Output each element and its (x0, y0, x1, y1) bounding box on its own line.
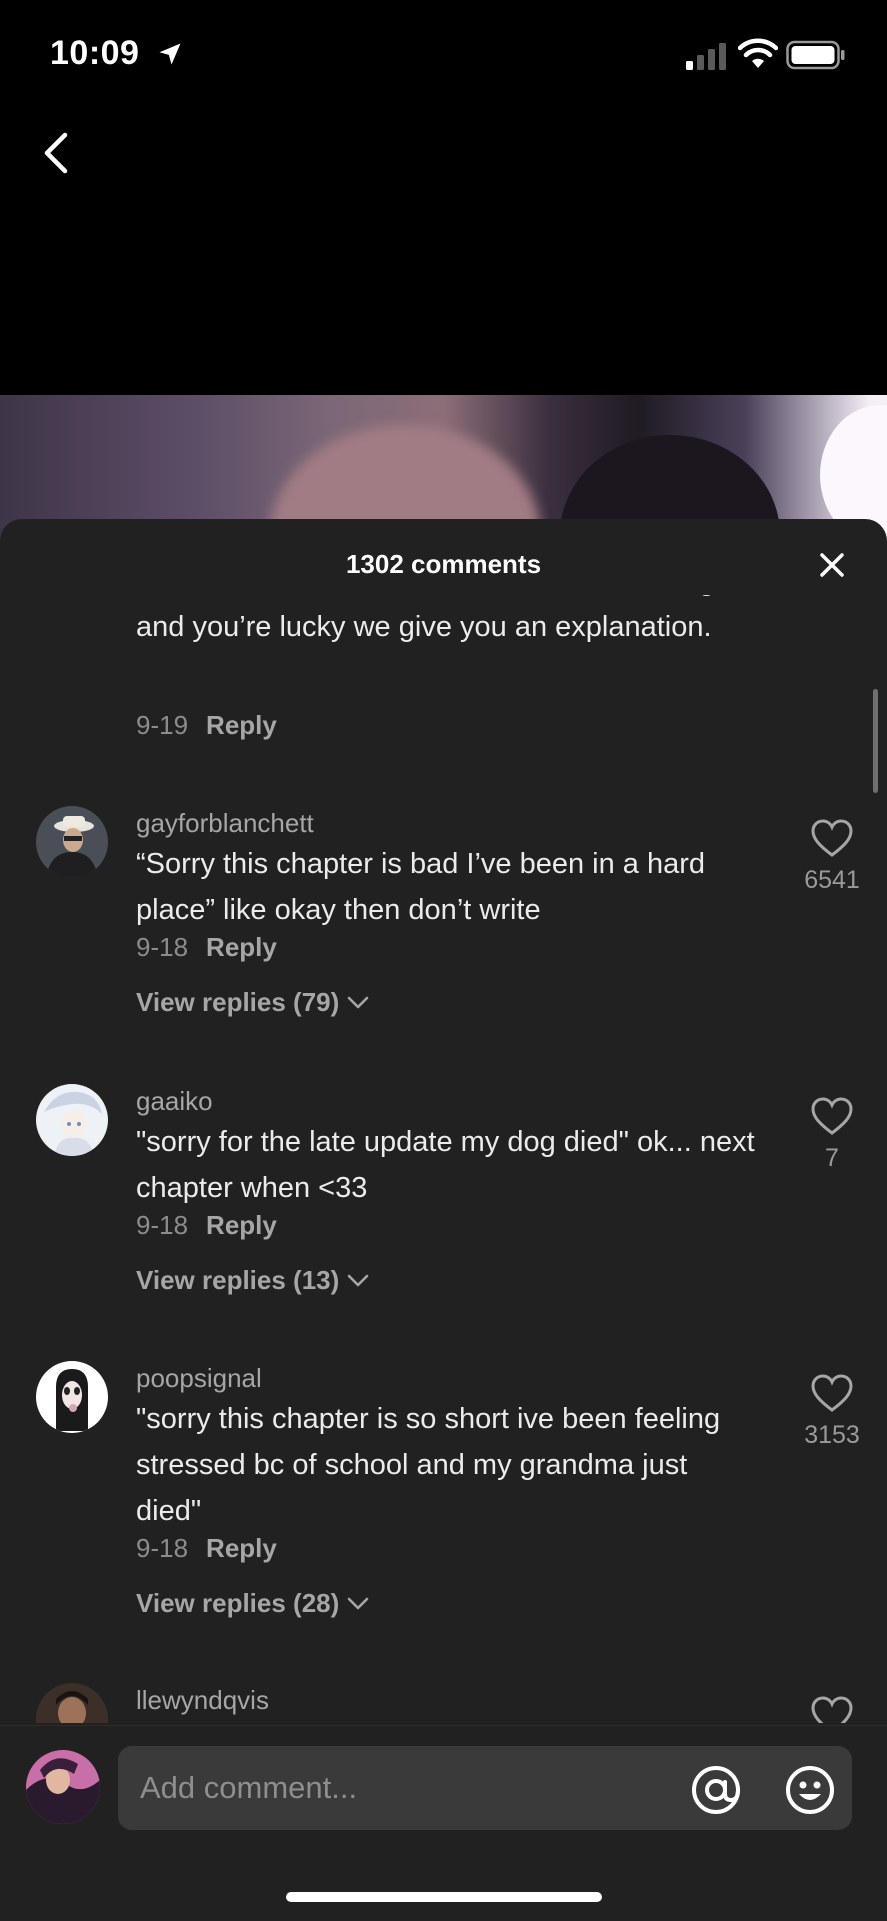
comment-item: gaaiko "sorry for the late update my dog… (0, 1084, 887, 1344)
chevron-down-icon (347, 996, 369, 1008)
comment-text: “Sorry this chapter is bad I’ve been in … (136, 848, 706, 926)
wifi-icon (738, 38, 778, 68)
comment-item: llewyndqvis (0, 1683, 887, 1723)
like-count: 6541 (804, 866, 860, 894)
status-time: 10:09 (50, 34, 140, 72)
home-indicator (286, 1892, 602, 1902)
back-button[interactable] (30, 122, 82, 184)
like-count: 7 (825, 1144, 839, 1172)
location-arrow-icon (159, 43, 181, 65)
heart-icon[interactable] (810, 1695, 854, 1723)
comment-date: 9-18 (136, 1533, 189, 1563)
comment-username[interactable]: poopsignal (136, 1363, 262, 1394)
current-user-avatar[interactable] (26, 1750, 100, 1824)
comment-text: "sorry for the late update my dog died" … (136, 1126, 755, 1204)
heart-icon[interactable] (810, 818, 854, 858)
close-icon[interactable] (815, 548, 849, 582)
comment-text: Believe it or not, we need breaks from w… (136, 595, 723, 643)
heart-icon[interactable] (810, 1373, 854, 1413)
heart-icon[interactable] (810, 1096, 854, 1136)
comment-meta: 9-18 Reply (136, 1533, 277, 1564)
avatar[interactable] (36, 1084, 108, 1156)
comment-item: poopsignal "sorry this chapter is so sho… (0, 1361, 887, 1661)
at-mention-icon[interactable] (690, 1764, 742, 1816)
chevron-down-icon (347, 1597, 369, 1609)
view-replies-label: View replies (28) (136, 1588, 340, 1618)
avatar[interactable] (36, 1683, 108, 1723)
comment-item: Believe it or not, we need breaks from w… (0, 595, 887, 748)
comment-text: "sorry this chapter is so short ive been… (136, 1403, 721, 1527)
view-replies-button[interactable]: View replies (79) (136, 987, 369, 1018)
chevron-down-icon (347, 1274, 369, 1286)
reply-button[interactable]: Reply (206, 710, 277, 740)
view-replies-button[interactable]: View replies (13) (136, 1265, 369, 1296)
comment-item: gayforblanchett “Sorry this chapter is b… (0, 806, 887, 1066)
avatar[interactable] (36, 806, 108, 878)
like-count: 3153 (804, 1421, 860, 1449)
status-bar: 10:09 (0, 0, 887, 110)
reply-button[interactable]: Reply (206, 1533, 277, 1563)
comment-meta: 9-19 Reply (136, 710, 277, 741)
view-replies-button[interactable]: View replies (28) (136, 1588, 369, 1619)
signal-icon (686, 43, 726, 70)
comments-count-title: 1302 comments (345, 549, 542, 579)
comment-meta: 9-18 Reply (136, 1210, 277, 1241)
comment-username[interactable]: gaaiko (136, 1086, 213, 1117)
comment-date: 9-18 (136, 932, 189, 962)
comment-date: 9-19 (136, 710, 189, 740)
view-replies-label: View replies (13) (136, 1265, 340, 1295)
reply-button[interactable]: Reply (206, 1210, 277, 1240)
comment-date: 9-18 (136, 1210, 189, 1240)
scrollbar[interactable] (873, 689, 878, 793)
comments-list[interactable]: Believe it or not, we need breaks from w… (0, 595, 887, 1723)
comment-username[interactable]: llewyndqvis (136, 1685, 269, 1716)
view-replies-label: View replies (79) (136, 987, 340, 1017)
battery-icon (786, 40, 845, 70)
comment-meta: 9-18 Reply (136, 932, 277, 963)
comment-username[interactable]: gayforblanchett (136, 808, 314, 839)
comments-sheet: 1302 comments Believe it or not, we need… (0, 519, 887, 1920)
reply-button[interactable]: Reply (206, 932, 277, 962)
avatar[interactable] (36, 1361, 108, 1433)
emoji-icon[interactable] (784, 1764, 836, 1816)
back-chevron-icon (44, 132, 68, 174)
